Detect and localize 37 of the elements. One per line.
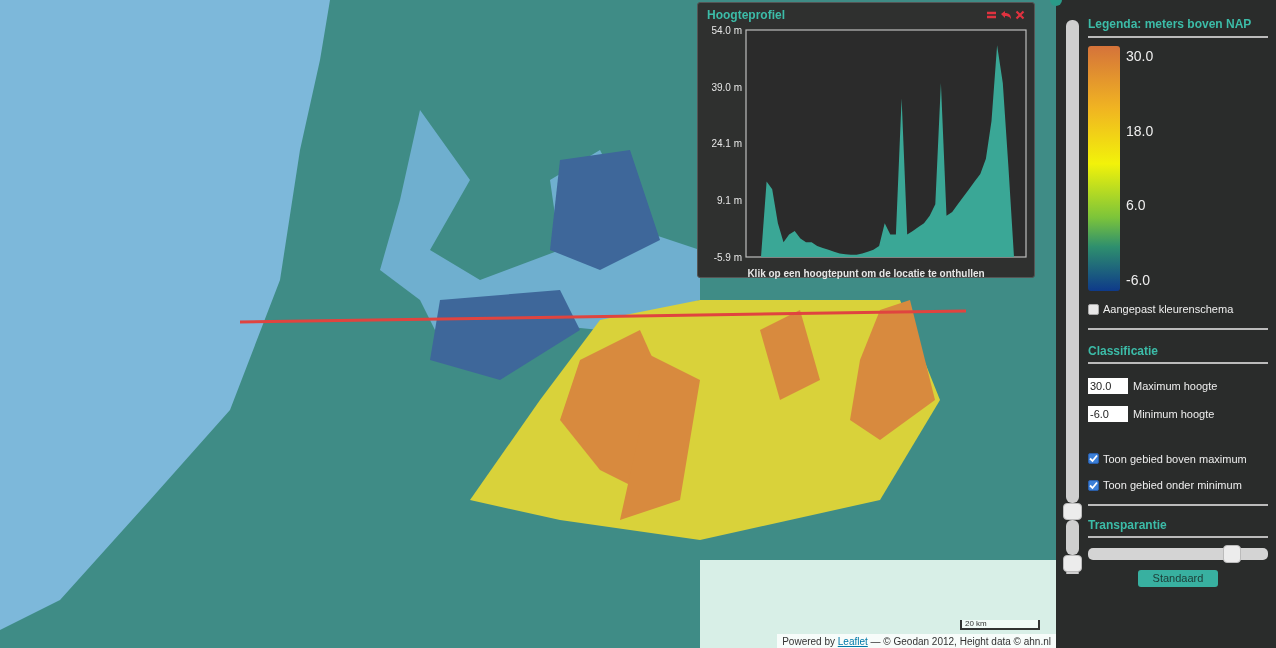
attribution-text: Powered by Leaflet — © Geodan 2012, Height data © ahn.nl (782, 634, 1051, 648)
axis-tick-label: -5.9 m (713, 252, 742, 263)
section-title: Classificatie (1088, 341, 1268, 364)
axis-tick-label: 39.0 m (711, 81, 742, 93)
checkbox-label: Toon gebied onder minimum (1103, 478, 1242, 493)
input-label: Minimum hoogte (1133, 407, 1215, 422)
legend-value: 18.0 (1126, 121, 1154, 141)
checkbox[interactable] (1088, 479, 1099, 491)
section-title: Transparantie (1088, 515, 1268, 538)
slider-track[interactable] (1065, 520, 1079, 556)
slider-handle[interactable] (1223, 544, 1241, 563)
axis-tick-label: 9.1 m (717, 195, 742, 207)
scale-bar: 20 km (960, 620, 1040, 630)
checkbox-label: Aangepast kleurenschema (1103, 302, 1234, 317)
swap-icon[interactable] (986, 9, 997, 20)
slider-track[interactable] (1065, 20, 1079, 504)
legend-value: 30.0 (1126, 47, 1154, 66)
close-icon[interactable] (1015, 9, 1025, 20)
panel-title: Hoogteprofiel (707, 6, 785, 24)
checkbox[interactable] (1088, 453, 1099, 465)
height-input[interactable]: -6.0 (1088, 406, 1128, 423)
axis-tick-label: 54.0 m (711, 25, 742, 36)
section-title: Legenda: meters boven NAP (1088, 15, 1268, 38)
transparency-slider-track[interactable] (1088, 547, 1268, 560)
default-button[interactable]: Standaard (1138, 569, 1218, 587)
slider-handle[interactable] (1062, 555, 1082, 573)
profile-hint: Klik op een hoogtepunt om de locatie te onthullen (746, 267, 986, 281)
legend-value: -6.0 (1126, 270, 1152, 290)
legend-value: 6.0 (1126, 196, 1147, 216)
checkbox[interactable] (1088, 303, 1099, 315)
leaflet-link[interactable]: Leaflet (837, 635, 868, 647)
slider-handle[interactable] (1062, 503, 1082, 521)
input-label: Maximum hoogte (1133, 378, 1218, 394)
height-input[interactable]: 30.0 (1088, 377, 1128, 394)
undo-icon[interactable] (1000, 9, 1012, 20)
axis-tick-label: 24.1 m (711, 138, 742, 150)
checkbox-label: Toon gebied boven maximum (1103, 451, 1247, 467)
